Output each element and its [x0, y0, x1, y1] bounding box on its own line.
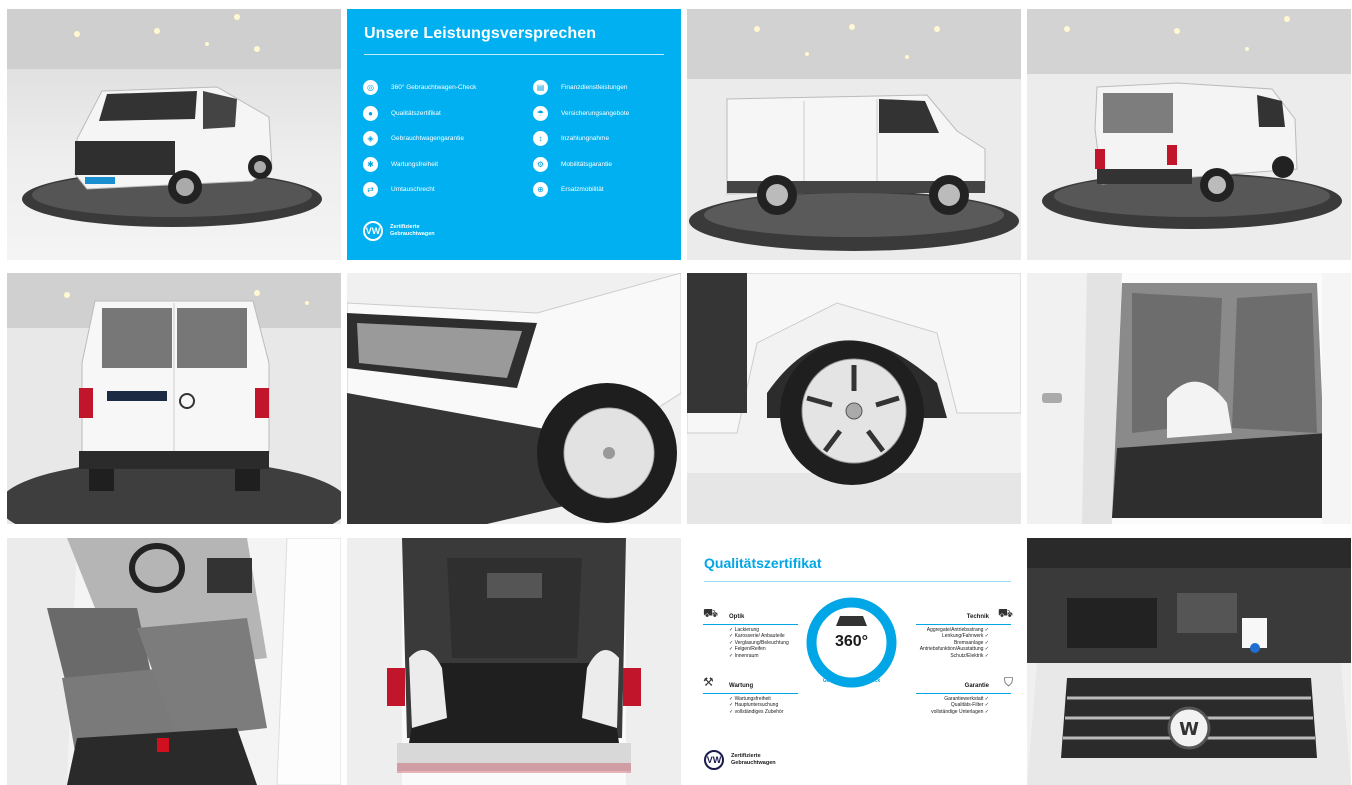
mobility-icon: ⚙ — [533, 156, 548, 172]
finance-icon: ▤ — [533, 80, 548, 96]
promise-item: ● Qualitätszertifikat — [363, 101, 513, 127]
photo-side-profile[interactable] — [687, 9, 1021, 260]
replacement-car-icon: ⊕ — [533, 182, 548, 198]
photo-rear-three-quarter[interactable] — [1027, 9, 1351, 260]
quality-divider — [704, 581, 1011, 582]
promise-list-left: ◎ 360° Gebrauchtwagen-Check ● Qualitätszer… — [363, 75, 513, 203]
promise-item: ⚙ Mobilitätsgarantie — [533, 152, 681, 178]
promise-item: ▤ Finanzdienstleistungen — [533, 75, 681, 101]
photo-rear[interactable] — [7, 273, 341, 524]
photo-gallery: Unsere Leistungsversprechen ◎ 360° Gebrau… — [0, 0, 1352, 785]
quality-section-garantie: ⛉ Garantie Garantiewerkstatt ✓ Qualitäts… — [916, 676, 1013, 715]
360-check-icon: ◎ — [363, 80, 378, 96]
shield-check-icon: ⛉ — [1003, 675, 1013, 689]
quality-title: Qualitätszertifikat — [704, 555, 822, 571]
vw-logo-icon: VW — [704, 750, 724, 770]
quality-section-wartung: ⚒ Wartung ✓ Wartungsfreiheit ✓ Haupt­unt… — [703, 676, 798, 715]
exchange-icon: ⇄ — [363, 182, 378, 198]
promise-item: ◎ 360° Gebrauchtwagen-Check — [363, 75, 513, 101]
promise-divider — [364, 54, 664, 55]
photo-cargo-side-door[interactable] — [1027, 273, 1351, 524]
promise-item: ⊕ Ersatzmobilität — [533, 177, 681, 203]
vw-badge-icon: W — [1179, 719, 1199, 740]
warranty-shield-icon: ◈ — [363, 131, 378, 147]
service-tools-icon: ⚒ — [703, 675, 714, 689]
badge-caption: Gebrauchtwagen-Check — [822, 678, 881, 684]
promise-item: ⇄ Umtauschrecht — [363, 177, 513, 203]
certificate-icon: ● — [363, 105, 378, 121]
360-check-badge: 360° Gebrauchtwagen-Check — [805, 596, 898, 689]
photo-cargo-rear[interactable] — [347, 538, 681, 785]
vw-certified-logo: VW Zertifizierte Gebrauchtwagen — [363, 221, 450, 241]
badge-360-label: 360° — [834, 633, 869, 650]
promise-list-right: ▤ Finanzdienstleistungen ☂ Versicherungsan… — [533, 75, 681, 203]
promise-item: ↕ Inzahlungnahme — [533, 126, 681, 152]
photo-front-three-quarter[interactable] — [7, 9, 341, 260]
photo-cab-interior[interactable] — [7, 538, 341, 785]
promise-item: ◈ Gebrauchtwagengarantie — [363, 126, 513, 152]
photo-wheel-detail[interactable] — [687, 273, 1021, 524]
promise-item: ✱ Wartungsfreiheit — [363, 152, 513, 178]
car-front-icon: ⛟ — [703, 606, 719, 620]
photo-headlight-detail[interactable] — [347, 273, 681, 524]
promise-panel[interactable]: Unsere Leistungsversprechen ◎ 360° Gebrau… — [347, 9, 681, 260]
quality-section-technik: ⛟ Technik Aggregate/Antriebsstrang ✓ Len… — [916, 607, 1013, 660]
insurance-icon: ☂ — [533, 105, 548, 121]
car-check-icon: ⛟ — [997, 606, 1013, 620]
quality-section-optik: ⛟ Optik ✓ Lackierung ✓ Karosserie/ Anbau… — [703, 607, 798, 660]
maintenance-icon: ✱ — [363, 156, 378, 172]
promise-item: ☂ Versicherungsangebote — [533, 101, 681, 127]
promise-title: Unsere Leistungsversprechen — [364, 25, 597, 42]
vw-certified-logo: VW Zertifizierte Gebrauchtwagen — [704, 750, 791, 770]
vw-logo-icon: VW — [363, 221, 383, 241]
quality-certificate-panel[interactable]: Qualitätszertifikat ⛟ Optik ✓ Lackierung… — [687, 538, 1021, 785]
trade-in-icon: ↕ — [533, 131, 548, 147]
photo-engine-bay[interactable]: W — [1027, 538, 1351, 785]
